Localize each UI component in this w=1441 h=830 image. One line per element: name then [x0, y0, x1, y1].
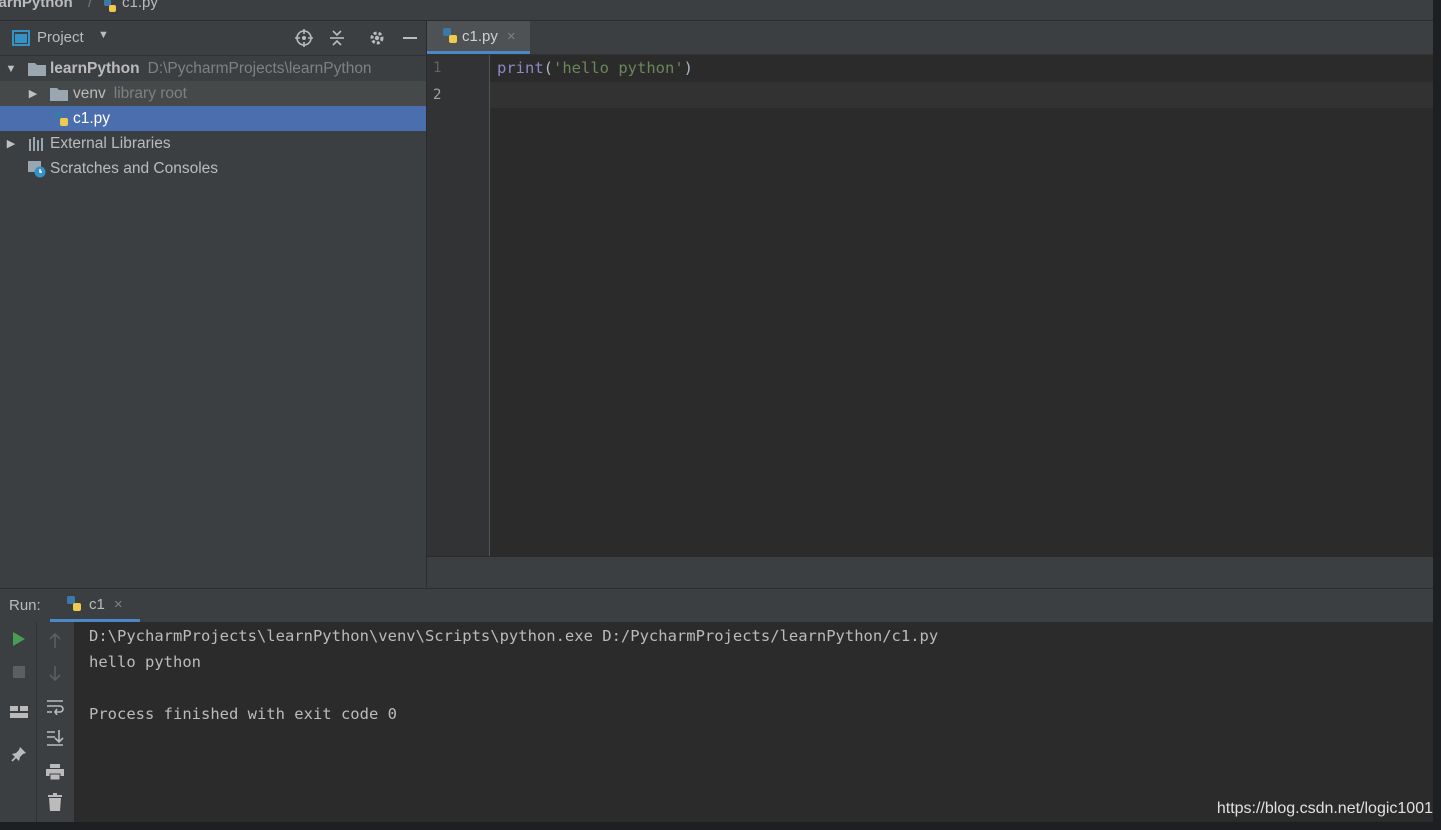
collapsed-arrow-icon[interactable]: ▶ — [26, 87, 40, 100]
line-number: 2 — [433, 87, 442, 103]
python-file-icon — [102, 0, 118, 18]
minimize-icon[interactable] — [400, 28, 420, 48]
folder-icon — [28, 62, 46, 76]
code-editor[interactable]: 1 2 print('hello python') — [427, 55, 1433, 556]
code-function: print — [497, 59, 544, 77]
project-tool-window: Project ▼ ▼ learnPython D:\PycharmProjec… — [0, 21, 427, 587]
tab-label: c1.py — [462, 27, 498, 45]
breadcrumb-separator: / — [88, 0, 93, 11]
console-line: D:\PycharmProjects\learnPython\venv\Scri… — [89, 627, 939, 645]
soft-wrap-icon[interactable] — [43, 695, 67, 719]
watermark-text: https://blog.csdn.net/logic1001 — [1216, 800, 1433, 817]
tree-item-label: learnPython — [50, 59, 140, 77]
code-string: 'hello python' — [553, 59, 684, 77]
pin-icon[interactable] — [7, 742, 31, 766]
library-icon — [28, 136, 46, 152]
locate-icon[interactable] — [294, 28, 314, 48]
code-paren-close: ) — [683, 59, 694, 77]
tree-item-scratches[interactable]: Scratches and Consoles — [0, 156, 426, 181]
python-icon — [65, 595, 83, 613]
line-number: 1 — [433, 60, 442, 76]
run-panel-header: Run: c1 × — [0, 588, 1433, 623]
console-line: Process finished with exit code 0 — [89, 705, 397, 723]
print-icon[interactable] — [43, 760, 67, 784]
scratches-icon — [28, 160, 46, 178]
editor-bottom-area — [427, 556, 1433, 588]
tree-item-venv[interactable]: ▶ venv library root — [0, 81, 426, 106]
current-line-highlight — [490, 82, 1433, 108]
window-edge — [0, 822, 1441, 830]
tree-item-label: c1.py — [73, 109, 111, 127]
tree-item-label: Scratches and Consoles — [50, 159, 219, 177]
tree-item-note: library root — [113, 84, 187, 102]
run-console[interactable]: D:\PycharmProjects\learnPython\venv\Scri… — [74, 622, 1433, 822]
breadcrumb-file[interactable]: c1.py — [122, 0, 158, 11]
expanded-arrow-icon[interactable]: ▼ — [4, 63, 18, 75]
window-edge — [1433, 0, 1441, 830]
toolbar-divider — [36, 622, 37, 822]
collapsed-arrow-icon[interactable]: ▶ — [4, 137, 18, 150]
layout-icon[interactable] — [7, 700, 31, 724]
project-panel-header: Project ▼ — [0, 21, 426, 56]
close-icon[interactable]: × — [507, 28, 516, 45]
navigation-breadcrumb: learnPython / c1.py — [0, 0, 1433, 21]
run-label: Run: — [9, 597, 41, 614]
code-paren-open: ( — [543, 59, 554, 77]
python-file-icon — [52, 110, 70, 128]
gear-icon[interactable] — [367, 28, 387, 48]
code-line-1[interactable]: print('hello python') — [497, 59, 693, 77]
tree-item-c1-py[interactable]: c1.py — [0, 106, 426, 131]
tree-item-label: External Libraries — [50, 134, 171, 152]
collapse-all-icon[interactable] — [327, 28, 347, 48]
up-arrow-icon[interactable] — [43, 629, 67, 653]
folder-icon — [50, 87, 68, 101]
run-tab-c1[interactable]: c1 × — [50, 589, 140, 622]
tab-c1-py[interactable]: c1.py × — [427, 21, 530, 54]
rerun-icon[interactable] — [7, 627, 31, 651]
run-tab-label: c1 — [89, 595, 105, 613]
tree-item-external-libraries[interactable]: ▶ External Libraries — [0, 131, 426, 156]
down-arrow-icon[interactable] — [43, 661, 67, 685]
run-toolbar — [0, 622, 74, 822]
close-icon[interactable]: × — [114, 596, 123, 613]
chevron-down-icon[interactable]: ▼ — [98, 29, 109, 41]
editor-tab-bar: c1.py × — [427, 21, 1433, 55]
tree-item-label: venv — [73, 84, 106, 102]
project-view-title[interactable]: Project — [37, 29, 84, 46]
stop-icon[interactable] — [7, 660, 31, 684]
scroll-to-end-icon[interactable] — [43, 726, 67, 750]
tree-item-learnpython[interactable]: ▼ learnPython D:\PycharmProjects\learnPy… — [0, 56, 426, 81]
breadcrumb-project[interactable]: learnPython — [0, 0, 73, 11]
project-view-icon — [12, 30, 30, 50]
console-line: hello python — [89, 653, 201, 671]
trash-icon[interactable] — [43, 790, 67, 814]
tree-item-path: D:\PycharmProjects\learnPython — [147, 59, 372, 77]
python-file-icon — [441, 27, 459, 45]
line-number-gutter: 1 2 — [427, 55, 490, 556]
